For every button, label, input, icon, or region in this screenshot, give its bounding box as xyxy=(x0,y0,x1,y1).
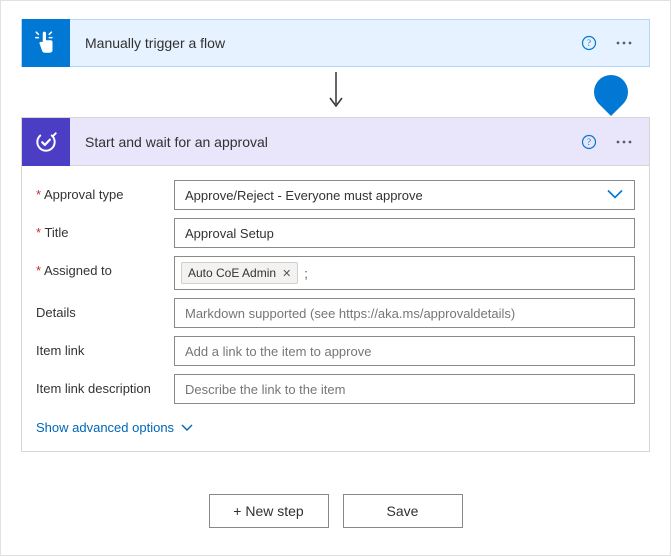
label-item-link: Item link xyxy=(36,336,174,358)
show-advanced-options-link[interactable]: Show advanced options xyxy=(36,420,194,435)
show-advanced-options-label: Show advanced options xyxy=(36,420,174,435)
svg-text:?: ? xyxy=(587,38,591,48)
footer-actions: + New step Save xyxy=(21,494,650,528)
chevron-down-icon xyxy=(180,423,194,433)
title-input[interactable] xyxy=(174,218,635,248)
action-card: Start and wait for an approval ? Approva… xyxy=(21,117,650,452)
assigned-to-input[interactable]: Auto CoE Admin ✕ ; xyxy=(174,256,635,290)
label-item-link-desc: Item link description xyxy=(36,374,174,396)
label-approval-type: Approval type xyxy=(36,180,174,202)
approval-icon xyxy=(22,118,70,166)
more-menu-icon[interactable] xyxy=(615,35,633,51)
action-header[interactable]: Start and wait for an approval ? xyxy=(22,118,649,166)
svg-text:?: ? xyxy=(587,137,591,147)
label-title: Title xyxy=(36,218,174,240)
approval-type-value: Approve/Reject - Everyone must approve xyxy=(185,188,423,203)
chevron-down-icon xyxy=(606,188,624,203)
new-step-button[interactable]: + New step xyxy=(209,494,329,528)
approval-type-select[interactable]: Approve/Reject - Everyone must approve xyxy=(174,180,635,210)
action-title: Start and wait for an approval xyxy=(70,134,581,150)
token-separator: ; xyxy=(302,266,308,281)
trigger-title: Manually trigger a flow xyxy=(70,35,581,51)
label-assigned-to: Assigned to xyxy=(36,256,174,278)
label-details: Details xyxy=(36,298,174,320)
item-link-input[interactable] xyxy=(174,336,635,366)
trigger-card[interactable]: Manually trigger a flow ? xyxy=(21,19,650,67)
dynamic-content-droplet-icon[interactable] xyxy=(587,68,635,116)
assignee-token-label: Auto CoE Admin xyxy=(188,266,276,280)
item-link-desc-input[interactable] xyxy=(174,374,635,404)
action-form: Approval type Approve/Reject - Everyone … xyxy=(22,166,649,451)
assignee-token[interactable]: Auto CoE Admin ✕ xyxy=(181,262,298,284)
help-icon[interactable]: ? xyxy=(581,35,597,51)
remove-token-icon[interactable]: ✕ xyxy=(282,267,291,280)
more-menu-icon[interactable] xyxy=(615,134,633,150)
help-icon[interactable]: ? xyxy=(581,134,597,150)
connector xyxy=(21,67,650,117)
details-input[interactable] xyxy=(174,298,635,328)
flow-designer-canvas: Manually trigger a flow ? xyxy=(0,0,671,556)
manual-trigger-icon xyxy=(22,19,70,67)
save-button[interactable]: Save xyxy=(343,494,463,528)
